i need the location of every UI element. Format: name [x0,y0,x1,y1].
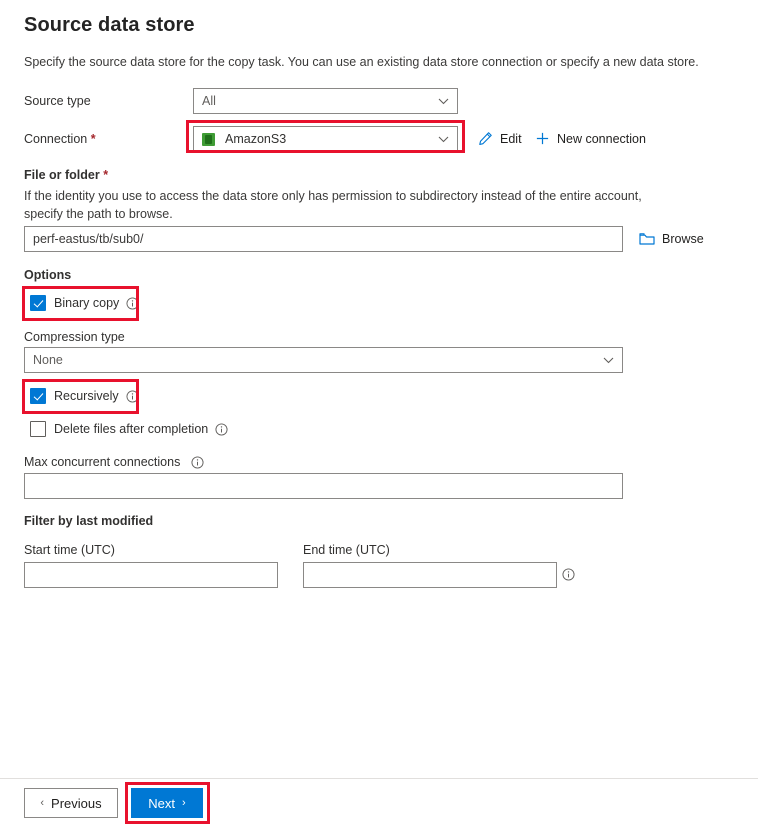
new-connection-button[interactable]: New connection [535,131,646,146]
chevron-left-icon: ‹ [40,796,45,809]
previous-button-label: Previous [51,795,102,811]
file-or-folder-label-text: File or folder [24,168,100,182]
start-time-input[interactable] [24,562,278,588]
binary-copy-checkbox-box[interactable] [30,295,46,311]
chevron-down-icon [603,355,614,366]
compression-type-label: Compression type [24,330,125,344]
info-icon[interactable] [126,296,139,310]
file-or-folder-input[interactable]: perf-eastus/tb/sub0/ [24,226,623,252]
info-icon[interactable] [126,389,139,403]
page-title: Source data store [24,14,195,36]
filter-by-last-modified-label: Filter by last modified [24,514,154,528]
delete-files-checkbox-box[interactable] [30,421,46,437]
edit-connection-label: Edit [500,131,522,146]
info-icon[interactable] [191,455,204,469]
folder-icon [639,232,655,246]
source-data-store-page: Source data store Specify the source dat… [0,0,758,824]
browse-label: Browse [662,232,704,246]
next-button[interactable]: Next › [131,788,203,818]
source-type-label: Source type [24,94,91,108]
file-or-folder-helper-text: If the identity you use to access the da… [24,189,642,221]
recursively-checkbox-box[interactable] [30,388,46,404]
footer-divider [0,778,758,779]
compression-type-dropdown[interactable]: None [24,347,623,373]
end-time-input[interactable] [303,562,557,588]
max-concurrent-connections-label: Max concurrent connections [24,455,181,469]
recursively-checkbox[interactable]: Recursively [30,388,139,404]
chevron-down-icon [438,134,449,145]
amazon-s3-icon [202,132,215,146]
compression-type-value: None [33,353,63,367]
binary-copy-label: Binary copy [54,296,120,310]
chevron-right-icon: › [182,796,186,809]
connection-label: Connection * [24,132,96,146]
delete-files-label: Delete files after completion [54,422,209,436]
file-or-folder-required-marker: * [103,168,109,182]
max-concurrent-connections-input[interactable] [24,473,623,499]
file-or-folder-label: File or folder * [24,168,108,182]
source-type-value: All [202,94,216,108]
recursively-label: Recursively [54,389,119,403]
connection-value: AmazonS3 [225,132,287,146]
source-type-dropdown[interactable]: All [193,88,458,114]
plus-icon [535,131,550,146]
chevron-down-icon [438,96,449,107]
start-time-label: Start time (UTC) [24,543,115,557]
edit-connection-button[interactable]: Edit [478,131,522,146]
end-time-label: End time (UTC) [303,543,390,557]
connection-label-text: Connection [24,132,88,146]
previous-button[interactable]: ‹ Previous [24,788,118,818]
info-icon[interactable] [215,422,228,436]
next-button-label: Next [148,795,176,811]
max-concurrent-connections-label-row: Max concurrent connections [24,455,204,469]
info-icon[interactable] [562,568,575,581]
pencil-icon [478,131,493,146]
page-description: Specify the source data store for the co… [24,55,699,69]
connection-dropdown[interactable]: AmazonS3 [193,126,458,152]
binary-copy-checkbox[interactable]: Binary copy [30,295,139,311]
file-or-folder-value: perf-eastus/tb/sub0/ [33,232,144,246]
new-connection-label: New connection [557,131,646,146]
connection-required-marker: * [90,132,96,146]
options-label: Options [24,268,72,282]
browse-button[interactable]: Browse [639,232,704,246]
delete-files-after-completion-checkbox[interactable]: Delete files after completion [30,421,228,437]
